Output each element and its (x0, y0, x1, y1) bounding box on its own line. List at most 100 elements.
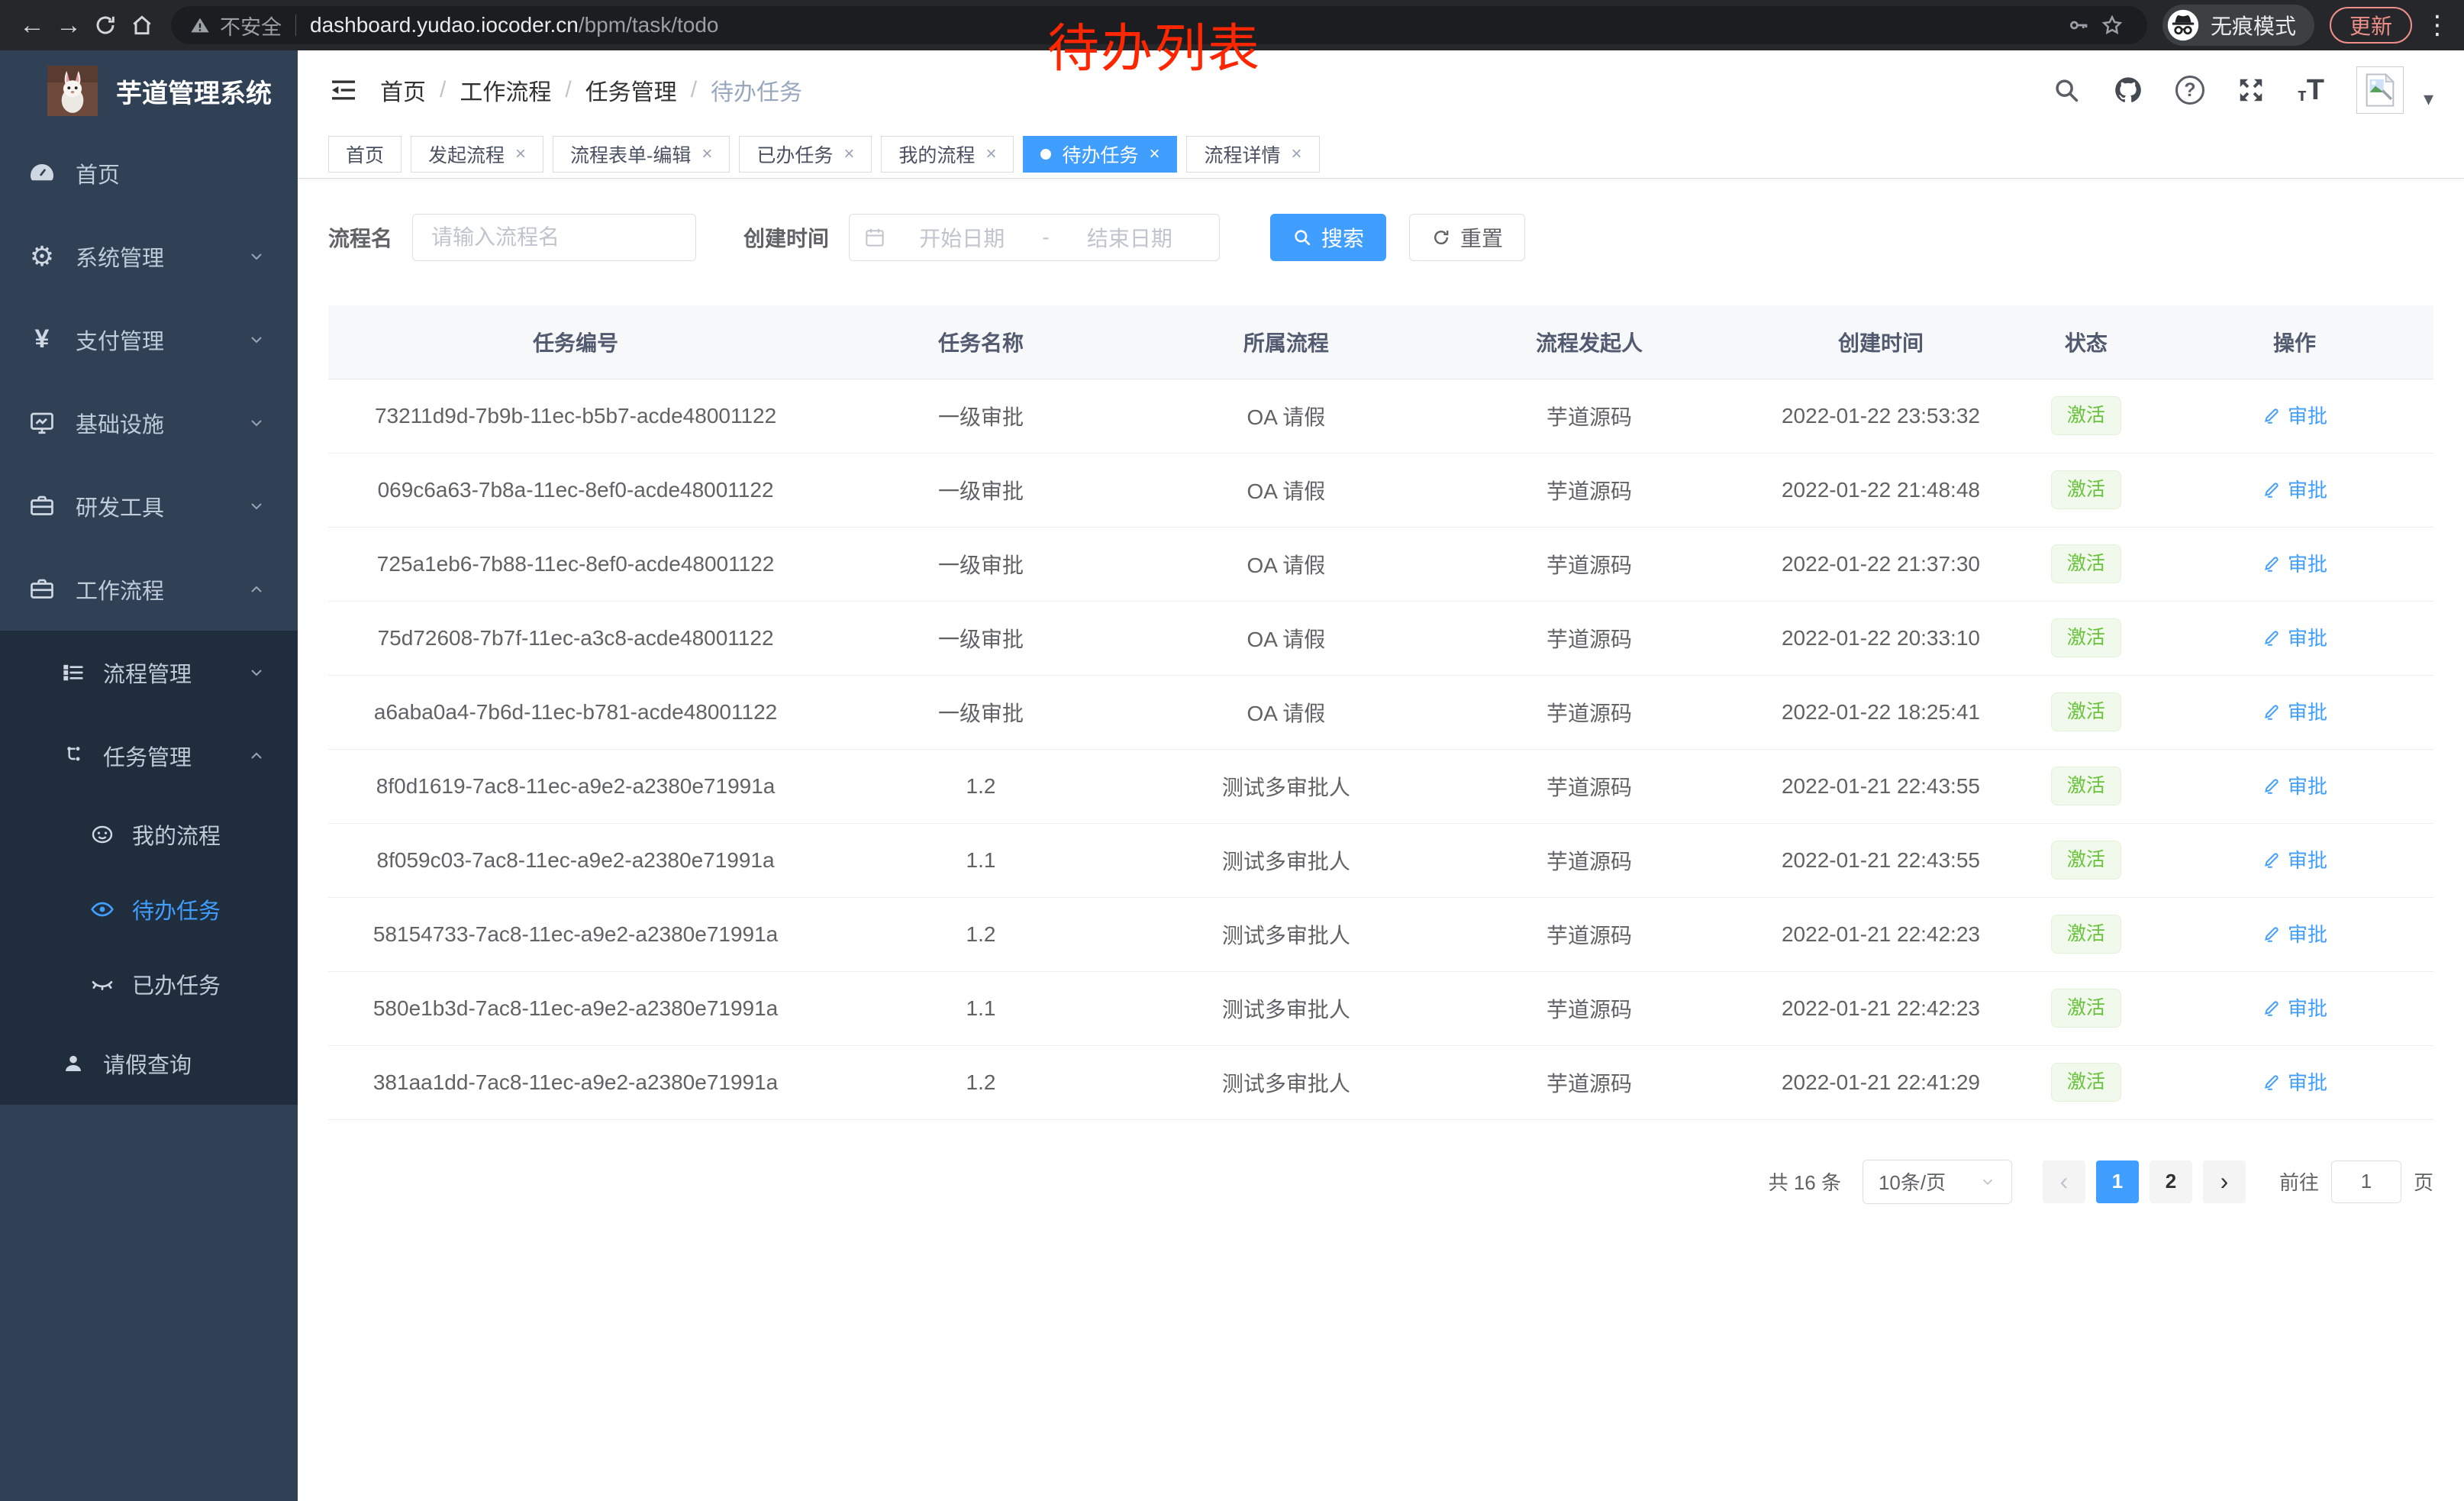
goto-page-input[interactable] (2331, 1160, 2401, 1203)
tab-close-icon[interactable]: × (515, 144, 526, 165)
tab-process-detail[interactable]: 流程详情 × (1186, 136, 1319, 173)
tab-form-edit[interactable]: 流程表单-编辑 × (553, 136, 730, 173)
cell-create-time: 2022-01-22 21:37:30 (1745, 527, 2017, 601)
page-content: 流程名 创建时间 开始日期 - 结束日期 搜索 重置 (298, 179, 2464, 1204)
tab-close-icon[interactable]: × (985, 144, 996, 165)
approve-link[interactable]: 审批 (2262, 771, 2327, 799)
sidebar-item-todo-tasks[interactable]: 待办任务 (0, 872, 298, 947)
status-badge: 激活 (2051, 841, 2121, 880)
avatar[interactable] (2356, 66, 2404, 114)
tab-done-tasks[interactable]: 已办任务 × (739, 136, 872, 173)
reload-icon[interactable] (87, 7, 124, 44)
sidebar-item-task-mgmt[interactable]: 任务管理 (0, 714, 298, 797)
sidebar-item-label: 我的流程 (132, 818, 221, 851)
sidebar-item-done-tasks[interactable]: 已办任务 (0, 947, 298, 1022)
font-size-icon[interactable]: тT (2298, 76, 2324, 105)
gear-icon: ⚙ (25, 240, 59, 273)
approve-link[interactable]: 审批 (2262, 697, 2327, 725)
cell-starter: 芋道源码 (1434, 749, 1745, 823)
reset-button[interactable]: 重置 (1409, 214, 1525, 261)
approve-link[interactable]: 审批 (2262, 919, 2327, 947)
edit-icon (2262, 628, 2282, 647)
star-icon[interactable] (2095, 7, 2129, 44)
refresh-icon (1431, 228, 1451, 247)
home-icon[interactable] (124, 7, 160, 44)
range-separator: - (1037, 225, 1053, 250)
approve-link[interactable]: 审批 (2262, 845, 2327, 873)
tab-home[interactable]: 首页 (328, 136, 402, 173)
tab-todo-tasks[interactable]: 待办任务 × (1023, 136, 1177, 173)
date-range-input[interactable]: 开始日期 - 结束日期 (849, 214, 1220, 261)
process-name-input[interactable] (412, 214, 696, 261)
github-icon[interactable] (2113, 75, 2143, 105)
sidebar-item-payment[interactable]: ¥ 支付管理 (0, 298, 298, 381)
page-button-1[interactable]: 1 (2096, 1160, 2139, 1203)
prev-page-button[interactable]: ‹ (2043, 1160, 2085, 1203)
pagination: 共 16 条 10条/页 ‹ 1 2 › 前往 页 (328, 1160, 2433, 1204)
sidebar-item-system[interactable]: ⚙ 系统管理 (0, 215, 298, 298)
sidebar-item-my-process[interactable]: 我的流程 (0, 797, 298, 872)
approve-link[interactable]: 审批 (2262, 549, 2327, 577)
table-row: 8f0d1619-7ac8-11ec-a9e2-a2380e71991a 1.2… (328, 749, 2433, 823)
sidebar-item-process-mgmt[interactable]: 流程管理 (0, 631, 298, 714)
next-page-button[interactable]: › (2203, 1160, 2246, 1203)
edit-icon (2262, 850, 2282, 870)
cell-task-id: 75d72608-7b7f-11ec-a3c8-acde48001122 (328, 601, 823, 675)
cell-task-name: 一级审批 (823, 453, 1139, 527)
sidebar-item-leave-query[interactable]: 请假查询 (0, 1022, 298, 1105)
breadcrumb-item[interactable]: 首页 (380, 73, 426, 107)
approve-link[interactable]: 审批 (2262, 401, 2327, 429)
back-icon[interactable]: ← (14, 7, 50, 44)
tab-my-process[interactable]: 我的流程 × (881, 136, 1014, 173)
breadcrumb-item[interactable]: 任务管理 (585, 73, 677, 107)
page-button-2[interactable]: 2 (2150, 1160, 2192, 1203)
key-icon[interactable] (2062, 7, 2095, 44)
approve-link[interactable]: 审批 (2262, 475, 2327, 503)
url-host: dashboard.yudao.iocoder.cn (310, 13, 579, 37)
sidebar-item-workflow[interactable]: 工作流程 (0, 547, 298, 631)
fullscreen-icon[interactable] (2237, 76, 2266, 105)
tab-start-process[interactable]: 发起流程 × (411, 136, 543, 173)
sidebar-item-infra[interactable]: 基础设施 (0, 381, 298, 464)
cell-task-id: 8f0d1619-7ac8-11ec-a9e2-a2380e71991a (328, 749, 823, 823)
cell-task-id: a6aba0a4-7b6d-11ec-b781-acde48001122 (328, 675, 823, 749)
status-badge: 激活 (2051, 544, 2121, 583)
tab-close-icon[interactable]: × (701, 144, 712, 165)
sidebar-item-home[interactable]: 首页 (0, 131, 298, 215)
tab-close-icon[interactable]: × (843, 144, 854, 165)
breadcrumb-separator: / (565, 77, 571, 103)
breadcrumb-item[interactable]: 工作流程 (460, 73, 551, 107)
search-icon (1292, 228, 1312, 247)
avatar-caret-icon[interactable]: ▾ (2424, 87, 2433, 114)
search-button[interactable]: 搜索 (1270, 214, 1386, 261)
search-icon[interactable] (2052, 76, 2081, 105)
table-row: 8f059c03-7ac8-11ec-a9e2-a2380e71991a 1.1… (328, 823, 2433, 897)
start-date-placeholder: 开始日期 (886, 222, 1037, 253)
sidebar-item-label: 请假查询 (103, 1047, 192, 1080)
help-icon[interactable]: ? (2175, 76, 2204, 105)
cell-task-id: 725a1eb6-7b88-11ec-8ef0-acde48001122 (328, 527, 823, 601)
cell-starter: 芋道源码 (1434, 823, 1745, 897)
approve-link[interactable]: 审批 (2262, 623, 2327, 651)
tab-close-icon[interactable]: × (1292, 144, 1302, 165)
edit-icon (2262, 776, 2282, 796)
sidebar-item-label: 已办任务 (132, 968, 221, 1000)
collapse-sidebar-icon[interactable] (328, 75, 359, 105)
cell-task-name: 1.1 (823, 971, 1139, 1045)
end-date-placeholder: 结束日期 (1054, 222, 1205, 253)
cell-task-id: 069c6a63-7b8a-11ec-8ef0-acde48001122 (328, 453, 823, 527)
monitor-icon (25, 409, 59, 437)
incognito-badge: 无痕模式 (2162, 5, 2314, 46)
sidebar-item-devtools[interactable]: 研发工具 (0, 464, 298, 547)
cell-task-name: 一级审批 (823, 379, 1139, 453)
approve-link[interactable]: 审批 (2262, 993, 2327, 1022)
forward-icon[interactable]: → (50, 7, 87, 44)
page-size-select[interactable]: 10条/页 (1863, 1160, 2012, 1204)
approve-link[interactable]: 审批 (2262, 1067, 2327, 1096)
browser-menu-icon[interactable]: ⋮ (2424, 10, 2450, 40)
sidebar-item-label: 流程管理 (103, 657, 192, 689)
update-button[interactable]: 更新 (2330, 7, 2412, 44)
tab-close-icon[interactable]: × (1149, 144, 1159, 165)
cell-create-time: 2022-01-21 22:41:29 (1745, 1045, 2017, 1119)
col-process: 所属流程 (1139, 305, 1434, 379)
